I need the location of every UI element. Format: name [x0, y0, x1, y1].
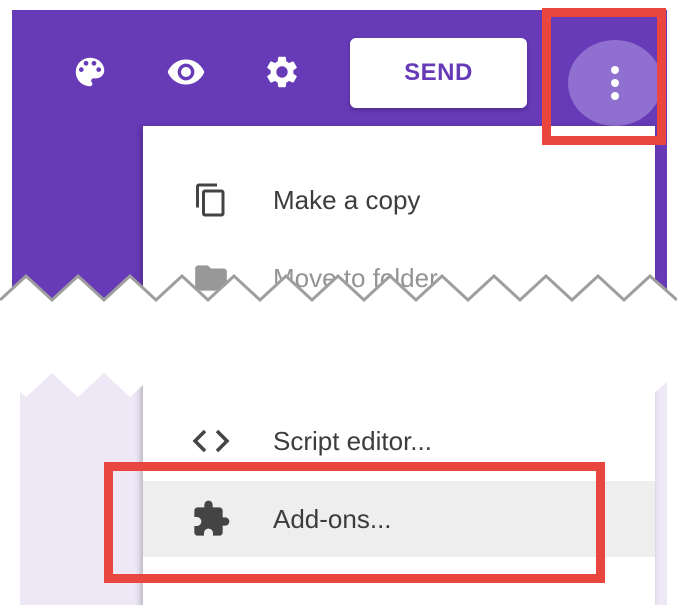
send-button[interactable]: SEND — [350, 38, 527, 108]
menu-item-label: Make a copy — [273, 184, 421, 215]
code-icon — [191, 421, 231, 461]
menu-item-add-ons[interactable]: Add-ons... — [143, 481, 655, 557]
eye-icon[interactable] — [166, 52, 206, 92]
menu-item-script-editor[interactable]: Script editor... — [143, 403, 655, 479]
menu-item-make-copy[interactable]: Make a copy — [143, 162, 655, 238]
menu-item-label: Add-ons... — [273, 503, 392, 534]
gear-icon[interactable] — [262, 52, 302, 92]
palette-icon[interactable] — [70, 52, 110, 92]
copy-icon — [191, 180, 231, 220]
more-options-button[interactable] — [568, 40, 662, 126]
puzzle-icon — [191, 499, 231, 539]
torn-edge-top — [0, 273, 677, 318]
torn-edge-bottom — [0, 345, 677, 397]
screenshot-stage: SEND Make a copy Move to folder Script e… — [0, 0, 677, 605]
more-vert-icon — [611, 66, 619, 100]
menu-item-label: Script editor... — [273, 425, 432, 456]
